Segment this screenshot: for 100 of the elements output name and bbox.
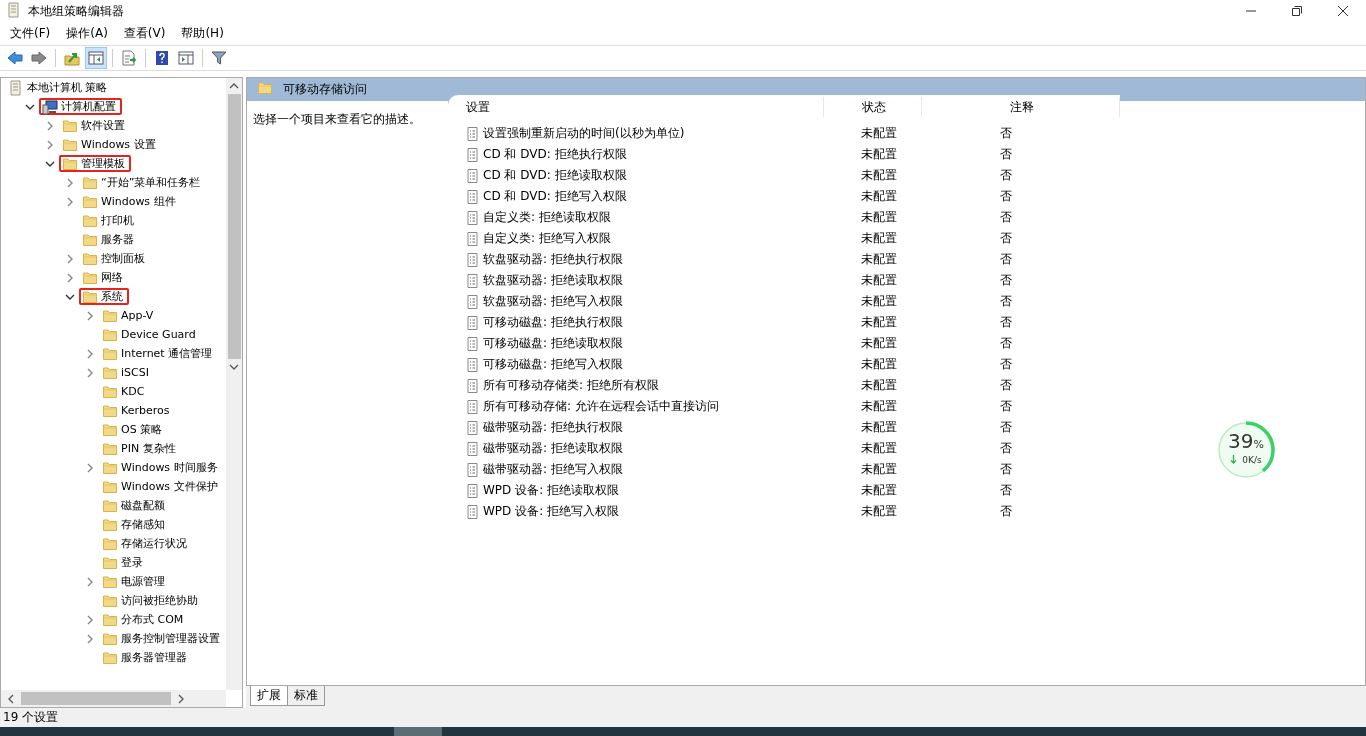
tree-item-label[interactable]: 网络 [101,270,123,285]
close-icon[interactable] [1338,6,1348,16]
scroll-down-icon[interactable] [229,363,239,371]
toolbar-button[interactable] [85,47,107,69]
annotated-tree-item[interactable]: 管理模板 [59,155,131,172]
tree-item[interactable]: Device Guard [99,326,202,343]
menu-item[interactable]: 操作(A) [58,25,116,42]
tree-item-label[interactable]: “开始”菜单和任务栏 [101,175,201,190]
tree-item-label[interactable]: Device Guard [121,327,196,342]
setting-cell[interactable]: CD 和 DVD: 拒绝写入权限 [483,188,833,205]
collapsed-chevron-icon[interactable] [85,348,95,359]
tree-item[interactable]: 控制面板 [79,250,151,267]
setting-cell[interactable]: 可移动磁盘: 拒绝读取权限 [483,335,833,352]
tree-item-label[interactable]: 电源管理 [121,574,165,589]
tree-item[interactable]: KDC [99,383,151,400]
tree-item[interactable]: 存储感知 [99,516,171,533]
tree-item[interactable]: 磁盘配额 [99,497,171,514]
tree-item[interactable]: 本地计算机 策略 [5,79,114,96]
collapsed-chevron-icon[interactable] [85,614,95,625]
tree-item-label[interactable]: Windows 时间服务 [121,460,218,475]
menu-item[interactable]: 帮助(H) [173,25,232,42]
annotated-tree-item[interactable]: 系统 [79,288,129,305]
tree-item[interactable]: OS 策略 [99,421,169,438]
tree-item-label[interactable]: iSCSI [121,365,149,380]
tree-item[interactable]: 电源管理 [99,573,171,590]
setting-cell[interactable]: CD 和 DVD: 拒绝执行权限 [483,146,833,163]
setting-cell[interactable]: 所有可移动存储类: 拒绝所有权限 [483,377,833,394]
tree-item-label[interactable]: 服务器管理器 [121,650,187,665]
collapsed-chevron-icon[interactable] [65,272,75,283]
tree-item[interactable]: iSCSI [99,364,155,381]
tree-item[interactable]: Kerberos [99,402,176,419]
tree-item-label[interactable]: 计算机配置 [61,99,116,114]
collapsed-chevron-icon[interactable] [85,462,95,473]
tree-item-label[interactable]: 分布式 COM [121,612,184,627]
collapsed-chevron-icon[interactable] [85,576,95,587]
collapsed-chevron-icon[interactable] [85,310,95,321]
vertical-scrollbar[interactable] [226,78,242,690]
tree-item-label[interactable]: 软件设置 [81,118,125,133]
restore-icon[interactable] [1292,6,1302,16]
tree-item[interactable]: App-V [99,307,160,324]
tree-item-label[interactable]: PIN 复杂性 [121,441,176,456]
setting-cell[interactable]: 软盘驱动器: 拒绝执行权限 [483,251,833,268]
setting-cell[interactable]: 磁带驱动器: 拒绝写入权限 [483,461,833,478]
setting-cell[interactable]: 软盘驱动器: 拒绝读取权限 [483,272,833,289]
setting-cell[interactable]: 软盘驱动器: 拒绝写入权限 [483,293,833,310]
setting-cell[interactable]: 设置强制重新启动的时间(以秒为单位) [483,125,833,142]
collapsed-chevron-icon[interactable] [85,367,95,378]
tree-item[interactable]: Windows 组件 [79,193,182,210]
tree-item-label[interactable]: Windows 文件保护 [121,479,218,494]
scroll-left-icon[interactable] [7,693,15,704]
tree-item-label[interactable]: 服务控制管理器设置 [121,631,220,646]
tree-item[interactable]: 软件设置 [59,117,131,134]
tree-item-label[interactable]: Kerberos [121,403,170,418]
collapsed-chevron-icon[interactable] [45,139,55,150]
column-header[interactable]: 状态 [823,97,923,117]
scroll-right-icon[interactable] [177,693,185,704]
tree-item[interactable]: 服务器 [79,231,140,248]
tree-item-label[interactable]: KDC [121,384,145,399]
tree-item[interactable]: 分布式 COM [99,611,190,628]
setting-cell[interactable]: 可移动磁盘: 拒绝执行权限 [483,314,833,331]
tree-item-label[interactable]: 打印机 [101,213,134,228]
tab[interactable]: 标准 [287,686,325,706]
tree-item-label[interactable]: 管理模板 [81,156,125,171]
tree-item[interactable]: “开始”菜单和任务栏 [79,174,207,191]
collapsed-chevron-icon[interactable] [45,120,55,131]
setting-cell[interactable]: 自定义类: 拒绝写入权限 [483,230,833,247]
collapsed-chevron-icon[interactable] [85,633,95,644]
tree-item-label[interactable]: 服务器 [101,232,134,247]
tab[interactable]: 扩展 [250,686,288,706]
tree-item[interactable]: PIN 复杂性 [99,440,182,457]
tree-item[interactable]: 存储运行状况 [99,535,193,552]
tree-item-label[interactable]: 磁盘配额 [121,498,165,513]
setting-cell[interactable]: WPD 设备: 拒绝读取权限 [483,482,833,499]
annotated-tree-item[interactable]: 计算机配置 [39,98,122,115]
column-header[interactable]: 设置 [460,97,824,117]
scroll-up-icon[interactable] [229,82,239,90]
setting-cell[interactable]: CD 和 DVD: 拒绝读取权限 [483,167,833,184]
tree-item-label[interactable]: 本地计算机 策略 [27,80,108,95]
tree-item-label[interactable]: OS 策略 [121,422,163,437]
tree-item[interactable]: Internet 通信管理 [99,345,219,362]
setting-cell[interactable]: 磁带驱动器: 拒绝读取权限 [483,440,833,457]
menu-item[interactable]: 文件(F) [2,25,59,42]
horizontal-scrollbar[interactable] [1,690,226,707]
tree-item-label[interactable]: 存储运行状况 [121,536,187,551]
setting-cell[interactable]: 所有可移动存储: 允许在远程会话中直接访问 [483,398,833,415]
menu-item[interactable]: 查看(V) [115,25,174,42]
tree-item[interactable]: 服务器管理器 [99,649,193,666]
setting-cell[interactable]: 磁带驱动器: 拒绝执行权限 [483,419,833,436]
tree-item[interactable]: 打印机 [79,212,140,229]
tree-item[interactable]: Windows 设置 [59,136,162,153]
scroll-thumb[interactable] [227,94,241,359]
tree-item[interactable]: Windows 时间服务 [99,459,224,476]
tree-item[interactable]: 网络 [79,269,129,286]
setting-cell[interactable]: 自定义类: 拒绝读取权限 [483,209,833,226]
collapsed-chevron-icon[interactable] [65,177,75,188]
tree-item[interactable]: 服务控制管理器设置 [99,630,226,647]
tree-item-label[interactable]: 系统 [101,289,123,304]
tree-item[interactable]: Windows 文件保护 [99,478,224,495]
tree-item-label[interactable]: Windows 设置 [81,137,156,152]
collapsed-chevron-icon[interactable] [65,253,75,264]
